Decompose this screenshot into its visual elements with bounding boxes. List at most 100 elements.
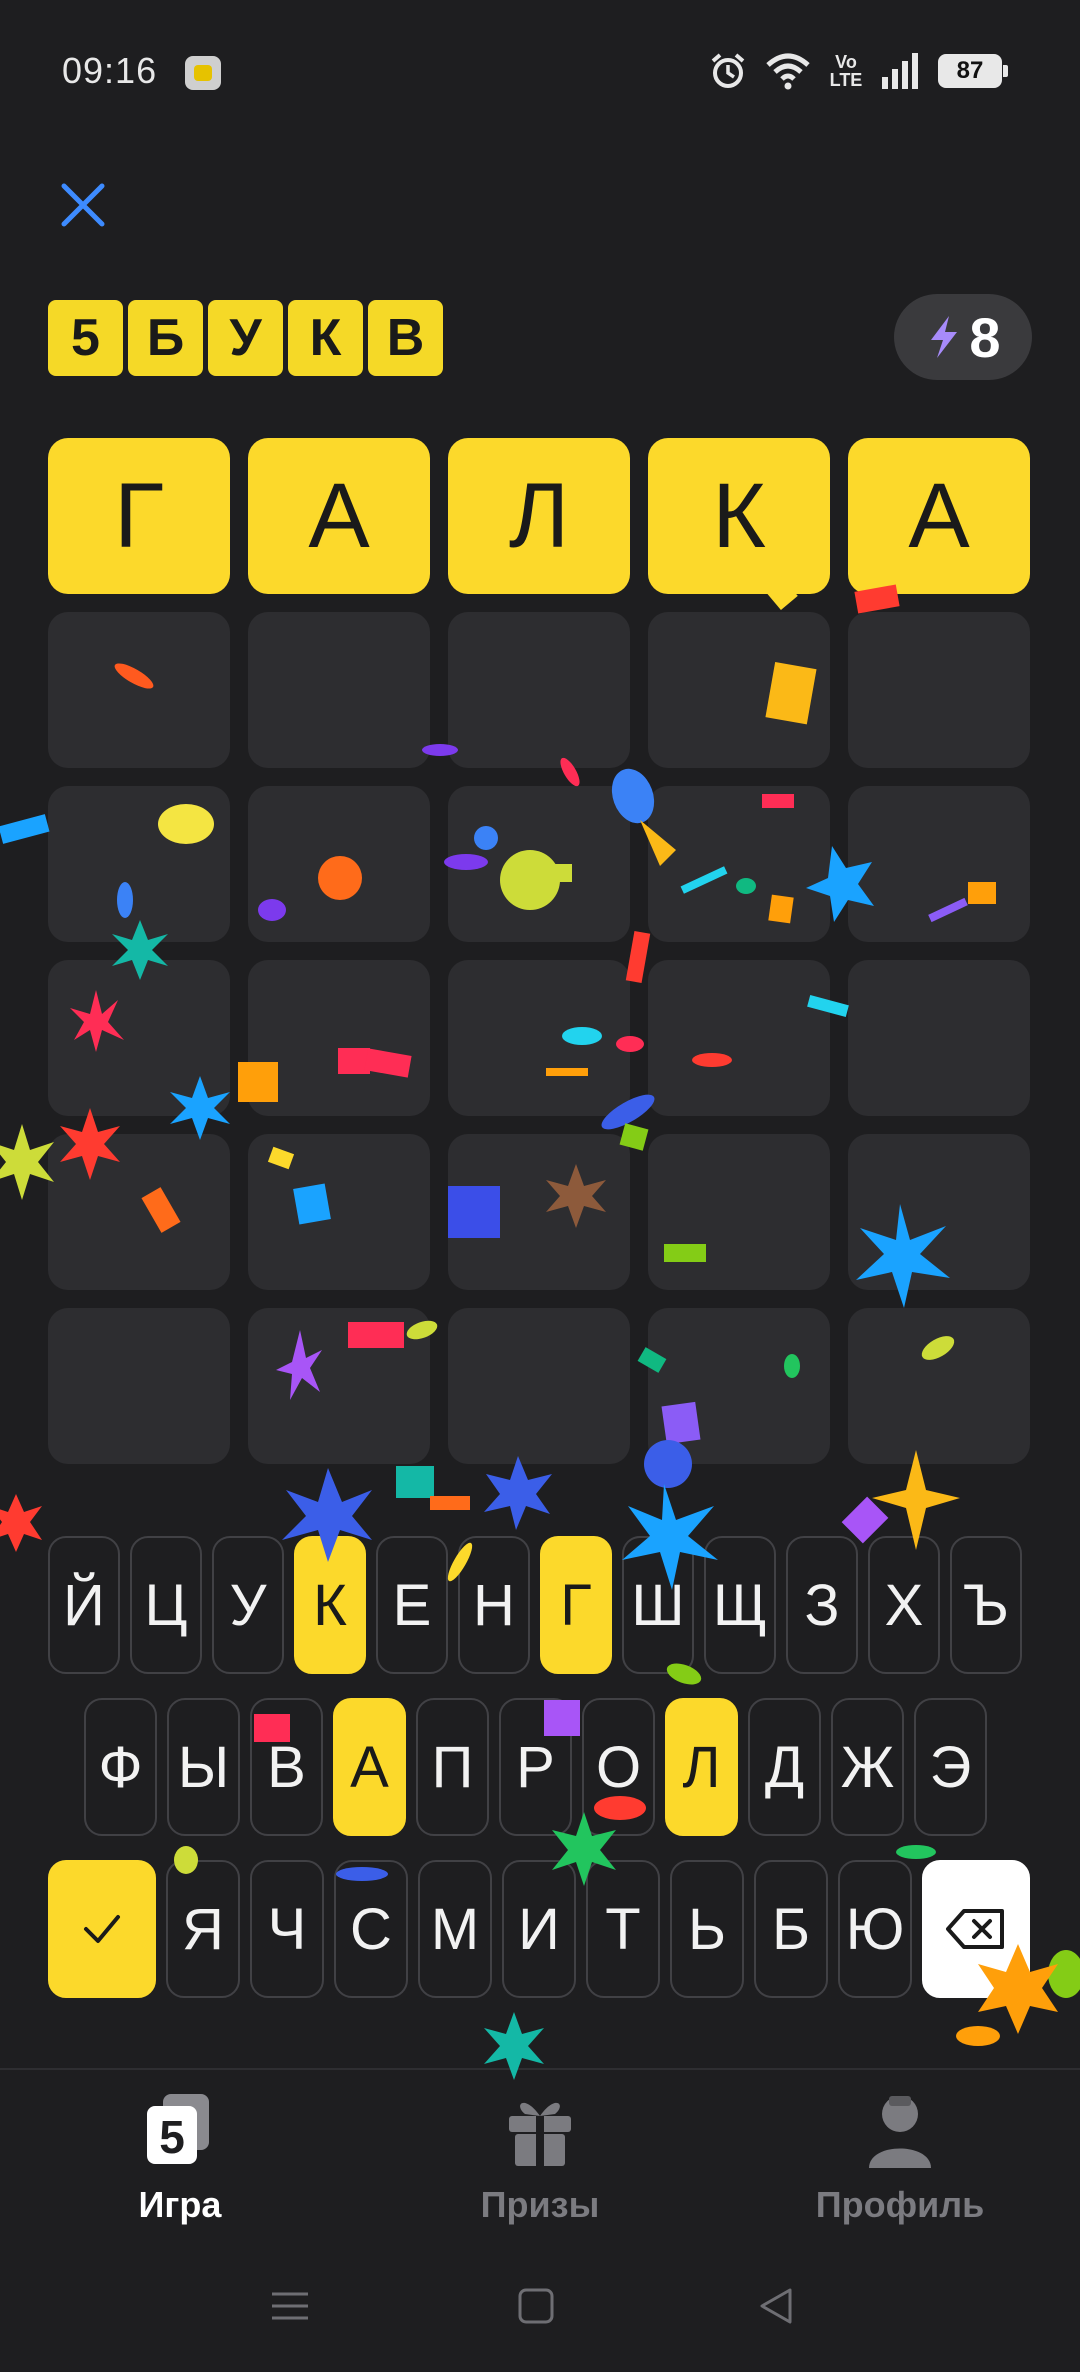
keyboard-row-1: ЙЦУКЕНГШЩЗХЪ bbox=[48, 1536, 1022, 1674]
tab-prizes[interactable]: Призы bbox=[360, 2090, 720, 2250]
grid-cell bbox=[448, 960, 630, 1116]
key[interactable]: Б bbox=[754, 1860, 828, 1998]
keyboard-row-3: ЯЧСМИТЬБЮ bbox=[48, 1860, 1030, 1998]
key[interactable]: Р bbox=[499, 1698, 572, 1836]
tab-label: Призы bbox=[480, 2184, 600, 2225]
wifi-icon bbox=[766, 53, 810, 90]
grid-cell bbox=[648, 960, 830, 1116]
alarm-icon bbox=[711, 53, 745, 88]
app-notification-icon bbox=[185, 56, 221, 90]
grid-cell bbox=[648, 1308, 830, 1464]
grid-cell bbox=[448, 1134, 630, 1290]
key[interactable]: Ю bbox=[838, 1860, 912, 1998]
key[interactable]: Г bbox=[540, 1536, 612, 1674]
game-title: 5 Б У К В bbox=[48, 300, 443, 376]
grid-cell bbox=[848, 1308, 1030, 1464]
key[interactable]: П bbox=[416, 1698, 489, 1836]
title-letter: В bbox=[368, 300, 443, 376]
tab-label: Игра bbox=[138, 2184, 222, 2225]
grid-cell bbox=[48, 960, 230, 1116]
key[interactable]: Ь bbox=[670, 1860, 744, 1998]
grid-cell: Г bbox=[48, 438, 230, 594]
svg-text:5: 5 bbox=[159, 2111, 185, 2163]
gift-icon bbox=[509, 2102, 571, 2166]
battery-indicator: 87 bbox=[938, 54, 1008, 88]
key[interactable]: Е bbox=[376, 1536, 448, 1674]
key[interactable]: У bbox=[212, 1536, 284, 1674]
grid-cell bbox=[448, 612, 630, 768]
grid-cell: А bbox=[848, 438, 1030, 594]
grid-cell bbox=[248, 786, 430, 942]
grid-cell bbox=[48, 1134, 230, 1290]
grid-cell bbox=[648, 612, 830, 768]
tab-game[interactable]: 5 Игра bbox=[0, 2090, 360, 2250]
key[interactable]: В bbox=[250, 1698, 323, 1836]
submit-button[interactable] bbox=[48, 1860, 156, 1998]
grid-cell bbox=[248, 960, 430, 1116]
grid-cell: Л bbox=[448, 438, 630, 594]
key[interactable]: Л bbox=[665, 1698, 738, 1836]
key[interactable]: А bbox=[333, 1698, 406, 1836]
grid-cell bbox=[848, 960, 1030, 1116]
lightning-icon bbox=[931, 316, 958, 358]
game-icon: 5 bbox=[147, 2094, 209, 2164]
key[interactable]: К bbox=[294, 1536, 366, 1674]
key[interactable]: Щ bbox=[704, 1536, 776, 1674]
energy-count: 8 bbox=[969, 305, 1001, 369]
key[interactable]: Ы bbox=[167, 1698, 240, 1836]
tab-profile[interactable]: Профиль bbox=[720, 2090, 1080, 2250]
grid-cell bbox=[848, 1134, 1030, 1290]
status-bar: 09:16 Vo LTE 87 bbox=[0, 0, 1080, 130]
lte-indicator: Vo LTE bbox=[829, 52, 863, 90]
key[interactable]: Ж bbox=[831, 1698, 904, 1836]
signal-icon bbox=[882, 53, 918, 89]
close-button[interactable] bbox=[54, 176, 114, 236]
key[interactable]: Ц bbox=[130, 1536, 202, 1674]
key[interactable]: Д bbox=[748, 1698, 821, 1836]
keyboard-row-2: ФЫВАПРОЛДЖЭ bbox=[84, 1698, 987, 1836]
grid-cell bbox=[48, 1308, 230, 1464]
key[interactable]: И bbox=[502, 1860, 576, 1998]
grid-cell bbox=[48, 786, 230, 942]
grid-cell bbox=[648, 786, 830, 942]
backspace-icon bbox=[946, 1909, 1004, 1949]
key[interactable]: Й bbox=[48, 1536, 120, 1674]
checkmark-icon bbox=[84, 1915, 120, 1943]
home-icon[interactable] bbox=[514, 2284, 558, 2328]
grid-cell: А bbox=[248, 438, 430, 594]
title-letter: У bbox=[208, 300, 283, 376]
key[interactable]: Э bbox=[914, 1698, 987, 1836]
key[interactable]: Я bbox=[166, 1860, 240, 1998]
title-letter: Б bbox=[128, 300, 203, 376]
key[interactable]: О bbox=[582, 1698, 655, 1836]
menu-icon[interactable] bbox=[268, 2284, 312, 2328]
title-letter: 5 bbox=[48, 300, 123, 376]
bottom-nav: 5 Игра Призы Профиль bbox=[0, 2068, 1080, 2248]
grid-cell bbox=[48, 612, 230, 768]
tab-label: Профиль bbox=[815, 2184, 985, 2225]
key[interactable]: З bbox=[786, 1536, 858, 1674]
key[interactable]: М bbox=[418, 1860, 492, 1998]
key[interactable]: Т bbox=[586, 1860, 660, 1998]
grid-cell bbox=[448, 1308, 630, 1464]
status-time: 09:16 bbox=[62, 50, 158, 91]
title-letter: К bbox=[288, 300, 363, 376]
profile-icon bbox=[869, 2096, 931, 2168]
energy-counter[interactable]: 8 bbox=[894, 294, 1032, 380]
key[interactable]: Н bbox=[458, 1536, 530, 1674]
key[interactable]: Ф bbox=[84, 1698, 157, 1836]
grid-cell bbox=[248, 612, 430, 768]
back-icon[interactable] bbox=[754, 2284, 798, 2328]
grid-cell bbox=[248, 1134, 430, 1290]
key[interactable]: Ш bbox=[622, 1536, 694, 1674]
key[interactable]: Ъ bbox=[950, 1536, 1022, 1674]
grid-cell bbox=[848, 612, 1030, 768]
word-grid: Г А Л К А bbox=[48, 438, 1032, 1464]
key[interactable]: Х bbox=[868, 1536, 940, 1674]
key[interactable]: С bbox=[334, 1860, 408, 1998]
grid-cell bbox=[848, 786, 1030, 942]
backspace-button[interactable] bbox=[922, 1860, 1030, 1998]
grid-cell bbox=[448, 786, 630, 942]
grid-cell: К bbox=[648, 438, 830, 594]
key[interactable]: Ч bbox=[250, 1860, 324, 1998]
